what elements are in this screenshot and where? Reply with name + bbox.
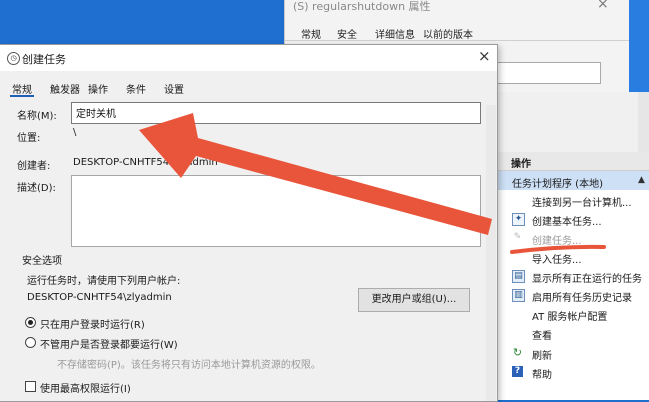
clock-icon: ◷ <box>7 52 20 65</box>
radio-run-whether-logged-on-label[interactable]: 不管用户是否登录都要运行(W) <box>40 336 178 351</box>
action-connect-computer[interactable]: 连接到另一台计算机... <box>512 192 648 210</box>
group-label: 任务计划程序 (本地) <box>512 179 603 190</box>
security-options-heading: 安全选项 <box>22 256 62 267</box>
description-textarea[interactable] <box>71 175 481 247</box>
action-create-basic-task[interactable]: ✦ 创建基本任务... <box>512 211 648 229</box>
highest-privileges-label[interactable]: 使用最高权限运行(I) <box>40 380 131 395</box>
active-tab-indicator <box>10 95 34 97</box>
action-enable-history[interactable]: ▥ 启用所有任务历史记录 <box>512 287 648 305</box>
create-basic-task-icon: ✦ <box>512 213 525 226</box>
properties-close-button[interactable]: × <box>597 0 609 12</box>
properties-tab-security[interactable]: 安全 <box>337 26 357 41</box>
close-icon[interactable]: × <box>478 47 491 65</box>
action-at-service-account[interactable]: AT 服务帐户配置 <box>512 306 648 324</box>
radio-run-whether-logged-on[interactable] <box>25 337 36 348</box>
change-user-button[interactable]: 更改用户或组(U)... <box>358 288 470 312</box>
dialog-title-bar[interactable] <box>0 45 497 71</box>
task-scheduler-actions-panel: 操作 任务计划程序 (本地) ▲ 连接到另一台计算机... ✦ 创建基本任务..… <box>497 92 649 400</box>
dialog-title: 创建任务 <box>22 53 66 66</box>
task-name-input-box[interactable] <box>71 102 481 124</box>
tab-triggers[interactable]: 触发器 <box>50 81 80 96</box>
dialog-scrollbar[interactable] <box>486 105 496 401</box>
action-label: AT 服务帐户配置 <box>532 312 608 323</box>
description-label: 描述(D): <box>17 183 56 194</box>
tab-conditions[interactable]: 条件 <box>126 81 146 96</box>
task-name-input[interactable] <box>72 103 476 121</box>
properties-tab-divider <box>285 40 630 41</box>
do-not-store-password-note: 不存储密码(P)。该任务将只有访问本地计算机资源的权限。 <box>57 360 321 371</box>
history-icon: ▥ <box>512 289 525 302</box>
action-label: 查看 <box>532 331 552 342</box>
help-icon: ? <box>512 366 523 377</box>
action-label: 创建基本任务... <box>532 217 602 228</box>
run-as-prompt: 运行任务时，请使用下列用户帐户: <box>27 276 181 287</box>
properties-tab-previous-versions[interactable]: 以前的版本 <box>423 26 473 41</box>
action-help[interactable]: ? 帮助 <box>512 364 648 382</box>
action-label: 刷新 <box>532 351 552 362</box>
panel-scrollbar[interactable] <box>638 92 649 152</box>
tab-general[interactable]: 常规 <box>12 81 32 96</box>
name-label: 名称(M): <box>17 111 57 122</box>
task-scheduler-local-group[interactable]: 任务计划程序 (本地) ▲ <box>498 171 649 190</box>
refresh-icon: ↻ <box>512 346 523 359</box>
action-refresh[interactable]: ↻ 刷新 <box>512 345 648 363</box>
radio-run-when-logged-on[interactable] <box>25 317 36 328</box>
tab-settings[interactable]: 设置 <box>164 81 184 96</box>
action-view[interactable]: 查看 <box>512 325 648 343</box>
panel-top-area <box>498 92 649 153</box>
highest-privileges-checkbox[interactable] <box>25 381 36 392</box>
properties-window-title: (S) regularshutdown 属性 <box>293 0 431 13</box>
action-label: 帮助 <box>532 370 552 381</box>
action-label: 创建任务... <box>532 236 582 247</box>
location-value: \ <box>73 127 77 138</box>
tab-actions[interactable]: 操作 <box>88 81 108 96</box>
action-create-task[interactable]: ✎ 创建任务... <box>512 230 648 248</box>
run-as-user: DESKTOP-CNHTF54\zlyadmin <box>27 292 172 303</box>
action-label: 导入任务... <box>532 255 582 266</box>
author-value: DESKTOP-CNHTF54\zlyadmin <box>73 157 218 168</box>
action-import-task[interactable]: 导入任务... <box>512 249 648 267</box>
properties-tab-details[interactable]: 详细信息 <box>375 26 415 41</box>
properties-tab-general[interactable]: 常规 <box>301 26 321 41</box>
create-task-dialog: ◷ 创建任务 × 常规 触发器 操作 条件 设置 名称(M): 位置: \ 创建… <box>0 44 498 402</box>
create-task-icon: ✎ <box>513 232 522 242</box>
action-show-running-tasks[interactable]: ▤ 显示所有正在运行的任务 <box>512 268 648 286</box>
action-label: 启用所有任务历史记录 <box>532 293 632 304</box>
location-label: 位置: <box>17 133 41 144</box>
radio-run-when-logged-on-label[interactable]: 只在用户登录时运行(R) <box>40 316 145 331</box>
action-label: 连接到另一台计算机... <box>532 198 632 209</box>
action-label: 显示所有正在运行的任务 <box>532 274 642 285</box>
running-tasks-icon: ▤ <box>512 270 525 283</box>
author-label: 创建者: <box>17 161 51 172</box>
desktop-background <box>629 0 649 92</box>
actions-header-label: 操作 <box>511 159 531 170</box>
collapse-arrow-icon[interactable]: ▲ <box>638 175 645 185</box>
actions-header: 操作 <box>498 152 649 171</box>
